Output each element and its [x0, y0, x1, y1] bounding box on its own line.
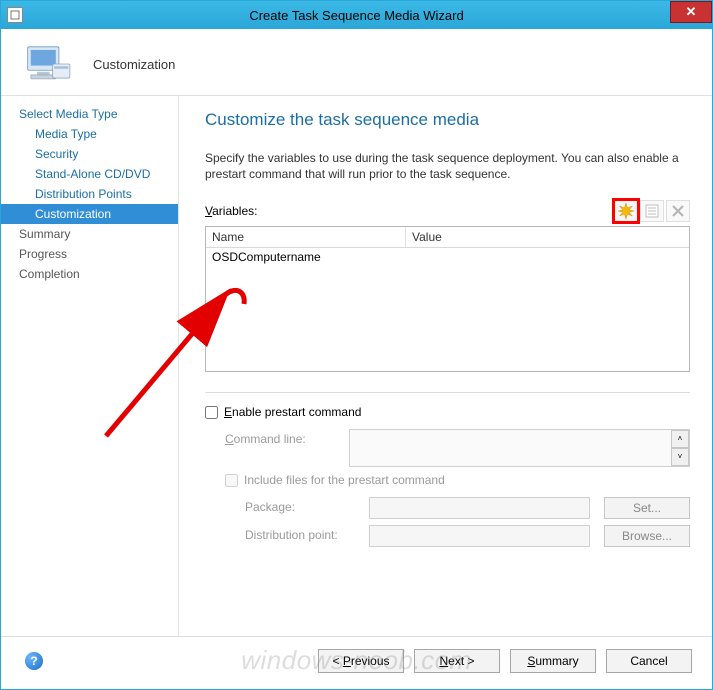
content-pane: Customize the task sequence media Specif… [179, 96, 712, 636]
table-row[interactable]: OSDComputername [206, 248, 689, 266]
sidebar-item-progress[interactable]: Progress [1, 244, 178, 264]
window-title: Create Task Sequence Media Wizard [1, 8, 712, 23]
command-line-label: Command line: [225, 429, 335, 446]
include-files-label: Include files for the prestart command [244, 473, 445, 487]
columns: Select Media Type Media Type Security St… [1, 96, 712, 636]
sidebar-item-media-type[interactable]: Media Type [1, 124, 178, 144]
distribution-point-input [369, 525, 590, 547]
close-icon: ✕ [686, 4, 697, 20]
page-instruction: Specify the variables to use during the … [205, 150, 690, 182]
enable-prestart-row: Enable prestart command [205, 405, 690, 419]
wizard-window: Create Task Sequence Media Wizard ✕ Cust… [0, 0, 713, 690]
package-input [369, 497, 590, 519]
include-files-checkbox [225, 474, 238, 487]
sidebar-item-distribution-points[interactable]: Distribution Points [1, 184, 178, 204]
cell-value [406, 248, 689, 266]
starburst-icon [618, 203, 634, 219]
sidebar-item-summary[interactable]: Summary [1, 224, 178, 244]
distribution-point-row: Distribution point: Browse... [245, 525, 690, 547]
help-button[interactable]: ? [25, 652, 43, 670]
next-button[interactable]: Next > [414, 649, 500, 673]
titlebar: Create Task Sequence Media Wizard ✕ [1, 1, 712, 29]
new-variable-button[interactable] [614, 200, 638, 222]
variables-list[interactable]: Name Value OSDComputername [205, 226, 690, 372]
delete-x-icon [671, 204, 685, 218]
spin-up-icon[interactable]: ˄ [671, 430, 689, 448]
cell-name: OSDComputername [206, 248, 406, 266]
command-line-input: ˄ ˅ [349, 429, 690, 467]
sidebar: Select Media Type Media Type Security St… [1, 96, 179, 636]
computer-icon [23, 41, 73, 87]
previous-button[interactable]: < Previous [318, 649, 404, 673]
wizard-footer: ? < Previous Next > Summary Cancel [1, 636, 712, 689]
sidebar-item-select-media-type[interactable]: Select Media Type [1, 104, 178, 124]
browse-button: Browse... [604, 525, 690, 547]
sidebar-item-completion[interactable]: Completion [1, 264, 178, 284]
cancel-button[interactable]: Cancel [606, 649, 692, 673]
package-label: Package: [245, 497, 355, 514]
variables-row: Variables: [205, 200, 690, 222]
summary-button[interactable]: Summary [510, 649, 596, 673]
sidebar-item-security[interactable]: Security [1, 144, 178, 164]
help-icon: ? [30, 654, 37, 668]
list-header: Name Value [206, 227, 689, 248]
col-header-name[interactable]: Name [206, 227, 406, 247]
sidebar-item-standalone-cd-dvd[interactable]: Stand-Alone CD/DVD [1, 164, 178, 184]
command-line-row: Command line: ˄ ˅ [225, 429, 690, 467]
delete-variable-button[interactable] [666, 200, 690, 222]
include-files-row: Include files for the prestart command [225, 473, 690, 487]
variables-label: Variables: [205, 204, 257, 218]
header-strip: Customization [1, 29, 712, 96]
edit-variable-button[interactable] [640, 200, 664, 222]
close-button[interactable]: ✕ [670, 1, 712, 23]
variables-toolbar [614, 200, 690, 222]
spin-down-icon[interactable]: ˅ [671, 448, 689, 466]
divider [205, 392, 690, 393]
app-icon [7, 7, 23, 23]
header-step-label: Customization [93, 57, 175, 72]
sidebar-item-customization[interactable]: Customization [1, 204, 178, 224]
col-header-value[interactable]: Value [406, 227, 689, 247]
wizard-body: Customization Select Media Type Media Ty… [1, 29, 712, 689]
enable-prestart-label: Enable prestart command [224, 405, 361, 419]
package-row: Package: Set... [245, 497, 690, 519]
command-line-spinner: ˄ ˅ [671, 430, 689, 466]
distribution-point-label: Distribution point: [245, 525, 355, 542]
set-button: Set... [604, 497, 690, 519]
properties-icon [645, 204, 659, 218]
enable-prestart-checkbox[interactable] [205, 406, 218, 419]
page-heading: Customize the task sequence media [205, 110, 690, 130]
